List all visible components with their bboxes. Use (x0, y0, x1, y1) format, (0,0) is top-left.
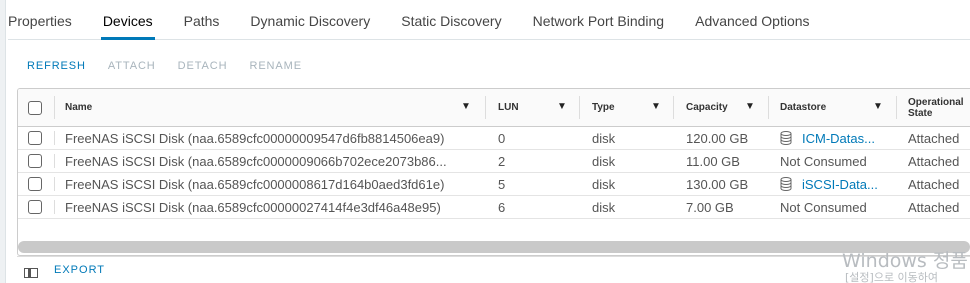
table-row[interactable]: FreeNAS iSCSI Disk (naa.6589cfc000000274… (18, 196, 970, 219)
datastore-link[interactable]: iSCSI-Data... (802, 177, 878, 192)
row-checkbox[interactable] (28, 177, 42, 191)
column-divider (54, 177, 55, 191)
device-capacity: 11.00 GB (686, 153, 740, 169)
column-divider (54, 200, 55, 214)
refresh-button[interactable]: REFRESH (27, 60, 86, 72)
column-divider (54, 96, 55, 119)
filter-icon[interactable]: ▼ (651, 101, 661, 112)
device-capacity: 130.00 GB (686, 176, 749, 192)
datastore-cell: Not Consumed (780, 199, 867, 215)
detach-button[interactable]: DETACH (178, 60, 228, 72)
header-name[interactable]: Name (65, 89, 485, 126)
device-name: FreeNAS iSCSI Disk (naa.6589cfc000000906… (65, 153, 447, 169)
table-header: Name ▼ LUN ▼ Type ▼ Capacity ▼ Datastore… (18, 89, 970, 127)
row-checkbox[interactable] (28, 200, 42, 214)
column-divider (673, 96, 674, 119)
filter-icon[interactable]: ▼ (873, 101, 883, 112)
windows-activation-watermark-subtext: [설정]으로 이동하여 (845, 271, 939, 283)
horizontal-scrollbar[interactable] (18, 241, 970, 253)
column-divider (485, 96, 486, 119)
tab-network-port-binding[interactable]: Network Port Binding (533, 13, 665, 39)
device-lun: 6 (498, 199, 506, 215)
database-icon (780, 131, 792, 145)
device-name: FreeNAS iSCSI Disk (naa.6589cfc000000274… (65, 199, 441, 215)
device-type: disk (592, 199, 616, 215)
attach-button[interactable]: ATTACH (108, 60, 156, 72)
tab-properties[interactable]: Properties (8, 13, 72, 39)
device-capacity: 7.00 GB (686, 199, 734, 215)
row-select-cell (28, 196, 48, 218)
tab-paths[interactable]: Paths (184, 13, 220, 39)
datastore-cell: ICM-Datas... (780, 127, 892, 149)
tab-devices[interactable]: Devices (100, 13, 155, 40)
select-all-cell (28, 89, 48, 126)
datagrid-footer: EXPORT (17, 256, 970, 283)
device-state: Attached (908, 153, 960, 169)
devices-datagrid: Name ▼ LUN ▼ Type ▼ Capacity ▼ Datastore… (17, 88, 970, 256)
column-divider (579, 96, 580, 119)
column-divider (54, 154, 55, 168)
tab-dynamic-discovery[interactable]: Dynamic Discovery (250, 13, 370, 39)
device-state: Attached (908, 176, 960, 192)
device-name: FreeNAS iSCSI Disk (naa.6589cfc000000861… (65, 176, 445, 192)
device-type: disk (592, 176, 616, 192)
tab-advanced-options[interactable]: Advanced Options (695, 13, 809, 39)
datastore-cell: iSCSI-Data... (780, 173, 892, 195)
datastore-link[interactable]: ICM-Datas... (802, 131, 875, 146)
device-type: disk (592, 130, 616, 146)
table-row[interactable]: FreeNAS iSCSI Disk (naa.6589cfc000000861… (18, 173, 970, 196)
column-divider (54, 131, 55, 145)
filter-icon[interactable]: ▼ (461, 101, 471, 112)
action-toolbar: REFRESH ATTACH DETACH RENAME (27, 60, 324, 72)
filter-icon[interactable]: ▼ (557, 101, 567, 112)
device-capacity: 120.00 GB (686, 130, 749, 146)
device-name: FreeNAS iSCSI Disk (naa.6589cfc000000095… (65, 130, 445, 146)
tab-bar: Properties Devices Paths Dynamic Discove… (8, 0, 970, 40)
device-lun: 5 (498, 176, 506, 192)
column-toggle-icon[interactable] (24, 265, 38, 278)
database-icon (780, 177, 792, 191)
row-select-cell (28, 150, 48, 172)
export-button[interactable]: EXPORT (54, 264, 105, 276)
device-type: disk (592, 153, 616, 169)
row-select-cell (28, 127, 48, 149)
tab-static-discovery[interactable]: Static Discovery (401, 13, 501, 39)
row-checkbox[interactable] (28, 154, 42, 168)
device-lun: 0 (498, 130, 506, 146)
header-operational-state[interactable]: Operational State (908, 89, 970, 126)
column-divider (896, 96, 897, 119)
device-state: Attached (908, 199, 960, 215)
row-select-cell (28, 173, 48, 195)
row-checkbox[interactable] (28, 131, 42, 145)
select-all-checkbox[interactable] (28, 100, 42, 115)
column-divider (768, 96, 769, 119)
device-lun: 2 (498, 153, 506, 169)
filter-icon[interactable]: ▼ (745, 101, 755, 112)
left-panel-edge (0, 0, 6, 283)
table-row[interactable]: FreeNAS iSCSI Disk (naa.6589cfc000000906… (18, 150, 970, 173)
rename-button[interactable]: RENAME (249, 60, 301, 72)
device-state: Attached (908, 130, 960, 146)
header-datastore[interactable]: Datastore (780, 89, 880, 126)
table-row[interactable]: FreeNAS iSCSI Disk (naa.6589cfc000000095… (18, 127, 970, 150)
datastore-cell: Not Consumed (780, 153, 867, 169)
